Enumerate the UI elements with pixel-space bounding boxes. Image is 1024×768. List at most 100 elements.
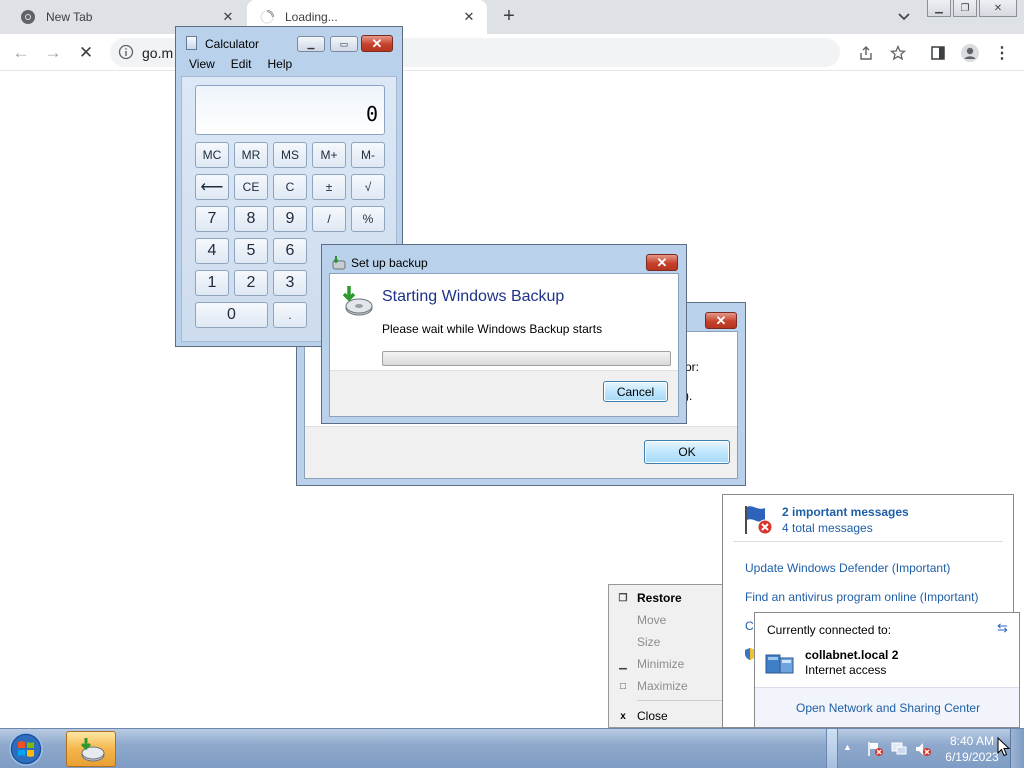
digit-4-button[interactable]: 4 [195, 238, 229, 264]
new-tab-button[interactable]: + [498, 6, 520, 28]
digit-7-button[interactable]: 7 [195, 206, 229, 232]
calculator-title: Calculator [205, 37, 260, 51]
backup-dialog-close-button[interactable]: ✕ [646, 254, 678, 271]
volume-muted-icon[interactable] [914, 741, 932, 757]
start-button[interactable] [4, 731, 48, 767]
menu-kebab-icon[interactable]: ⋮ [992, 43, 1012, 63]
calculator-minimize-button[interactable]: ▁ [297, 36, 325, 52]
digit-1-button[interactable]: 1 [195, 270, 229, 296]
calculator-menubar: View Edit Help [181, 55, 397, 75]
ce-button[interactable]: CE [234, 174, 268, 200]
total-messages-link[interactable]: 4 total messages [782, 521, 873, 535]
digit-3-button[interactable]: 3 [273, 270, 307, 296]
backup-heading: Starting Windows Backup [382, 288, 565, 305]
update-defender-link[interactable]: Update Windows Defender (Important) [745, 561, 950, 575]
menu-item-label: Size [637, 635, 661, 649]
browser-tabstrip: New Tab ✕ Loading... ✕ + ▁ ❐ ✕ [0, 0, 1024, 34]
menu-edit[interactable]: Edit [223, 55, 260, 75]
partial-link[interactable]: C [745, 619, 754, 633]
sqrt-button[interactable]: √ [351, 174, 385, 200]
close-button[interactable]: ✕ [979, 0, 1017, 17]
mc-button[interactable]: MC [195, 142, 229, 168]
ok-button[interactable]: OK [644, 440, 730, 464]
background-dialog-text: or: [685, 360, 700, 374]
display-value: 0 [365, 102, 378, 126]
backup-drive-icon [78, 736, 106, 767]
background-dialog-footer: OK [305, 426, 737, 478]
backup-drive-icon [340, 284, 374, 321]
tab-close-icon[interactable]: ✕ [218, 7, 238, 27]
bookmark-star-icon[interactable] [888, 43, 908, 63]
calculator-app-icon [186, 36, 197, 50]
c-button[interactable]: C [273, 174, 307, 200]
share-icon[interactable] [856, 43, 876, 63]
ms-button[interactable]: MS [273, 142, 307, 168]
digit-9-button[interactable]: 9 [273, 206, 307, 232]
forward-icon[interactable]: → [42, 42, 64, 64]
backspace-button[interactable]: ⟵ [195, 174, 229, 200]
digit-2-button[interactable]: 2 [234, 270, 268, 296]
cancel-button[interactable]: Cancel [603, 381, 668, 402]
divider [733, 541, 1003, 542]
digit-0-button[interactable]: 0 [195, 302, 268, 328]
stop-icon[interactable]: ✕ [75, 42, 97, 64]
back-icon[interactable]: ← [10, 42, 32, 64]
side-panel-icon[interactable] [928, 43, 948, 63]
tab-title: New Tab [46, 10, 93, 24]
important-messages-link[interactable]: 2 important messages [782, 505, 909, 519]
menu-item-minimize: ▁ Minimize [609, 654, 725, 674]
menu-item-maximize: □ Maximize [609, 676, 725, 696]
menu-item-label: Move [637, 613, 667, 627]
show-hidden-icons-button[interactable] [826, 729, 838, 768]
menu-view[interactable]: View [181, 55, 223, 75]
connected-label: Currently connected to: [767, 623, 892, 637]
background-dialog-close-button[interactable]: ✕ [705, 312, 737, 329]
find-antivirus-link[interactable]: Find an antivirus program online (Import… [745, 590, 978, 604]
network-tray-icon[interactable] [890, 741, 908, 757]
refresh-arrows-icon[interactable]: ⇆ [997, 620, 1008, 636]
loading-spinner-icon [259, 9, 275, 25]
network-access: Internet access [805, 663, 887, 677]
mr-button[interactable]: MR [234, 142, 268, 168]
tab-search-chevron-icon[interactable] [896, 8, 914, 26]
open-network-center-link[interactable]: Open Network and Sharing Center [796, 701, 980, 715]
calculator-close-button[interactable]: ✕ [361, 35, 393, 52]
info-icon[interactable] [118, 44, 134, 60]
decimal-button[interactable]: . [273, 302, 307, 328]
backup-dialog-title: Set up backup [351, 256, 428, 270]
menu-item-close[interactable]: x Close [609, 706, 725, 726]
network-flyout: Currently connected to: ⇆ collabnet.loca… [754, 612, 1020, 728]
calculator-display: 0 [195, 85, 385, 135]
m-plus-button[interactable]: M+ [312, 142, 346, 168]
action-center-tray-icon[interactable] [866, 741, 884, 757]
maximize-icon: □ [619, 680, 627, 692]
profile-avatar-icon[interactable] [960, 43, 980, 63]
close-icon: x [620, 710, 626, 722]
digit-5-button[interactable]: 5 [234, 238, 268, 264]
browser-toolbar: ← → ✕ go.m ⋮ [0, 34, 1024, 71]
mouse-cursor-icon [997, 736, 1011, 760]
digit-8-button[interactable]: 8 [234, 206, 268, 232]
minimize-button[interactable]: ▁ [927, 0, 951, 17]
menu-item-restore[interactable]: ❐ Restore [609, 588, 725, 608]
plus-minus-button[interactable]: ± [312, 174, 346, 200]
percent-button[interactable]: % [351, 206, 385, 232]
network-flyout-footer: Open Network and Sharing Center [755, 687, 1019, 727]
tab-close-icon[interactable]: ✕ [459, 7, 479, 27]
restore-button[interactable]: ❐ [953, 0, 977, 17]
show-desktop-button[interactable] [1010, 729, 1024, 768]
divide-button[interactable]: / [312, 206, 346, 232]
menu-item-label: Minimize [637, 657, 685, 671]
calculator-maximize-button[interactable]: ▭ [330, 36, 358, 52]
m-minus-button[interactable]: M- [351, 142, 385, 168]
menu-separator [637, 700, 723, 701]
backup-message: Please wait while Windows Backup starts [382, 322, 603, 336]
minimize-icon: ▁ [619, 658, 627, 670]
backup-progress-bar [382, 351, 671, 366]
backup-dialog-footer: Cancel [330, 370, 678, 416]
menu-help[interactable]: Help [259, 55, 300, 75]
digit-6-button[interactable]: 6 [273, 238, 307, 264]
taskbar-backup-app[interactable] [66, 731, 116, 767]
menu-item-label: Maximize [637, 679, 688, 693]
tray-up-arrow-icon[interactable]: ▲ [843, 742, 861, 758]
